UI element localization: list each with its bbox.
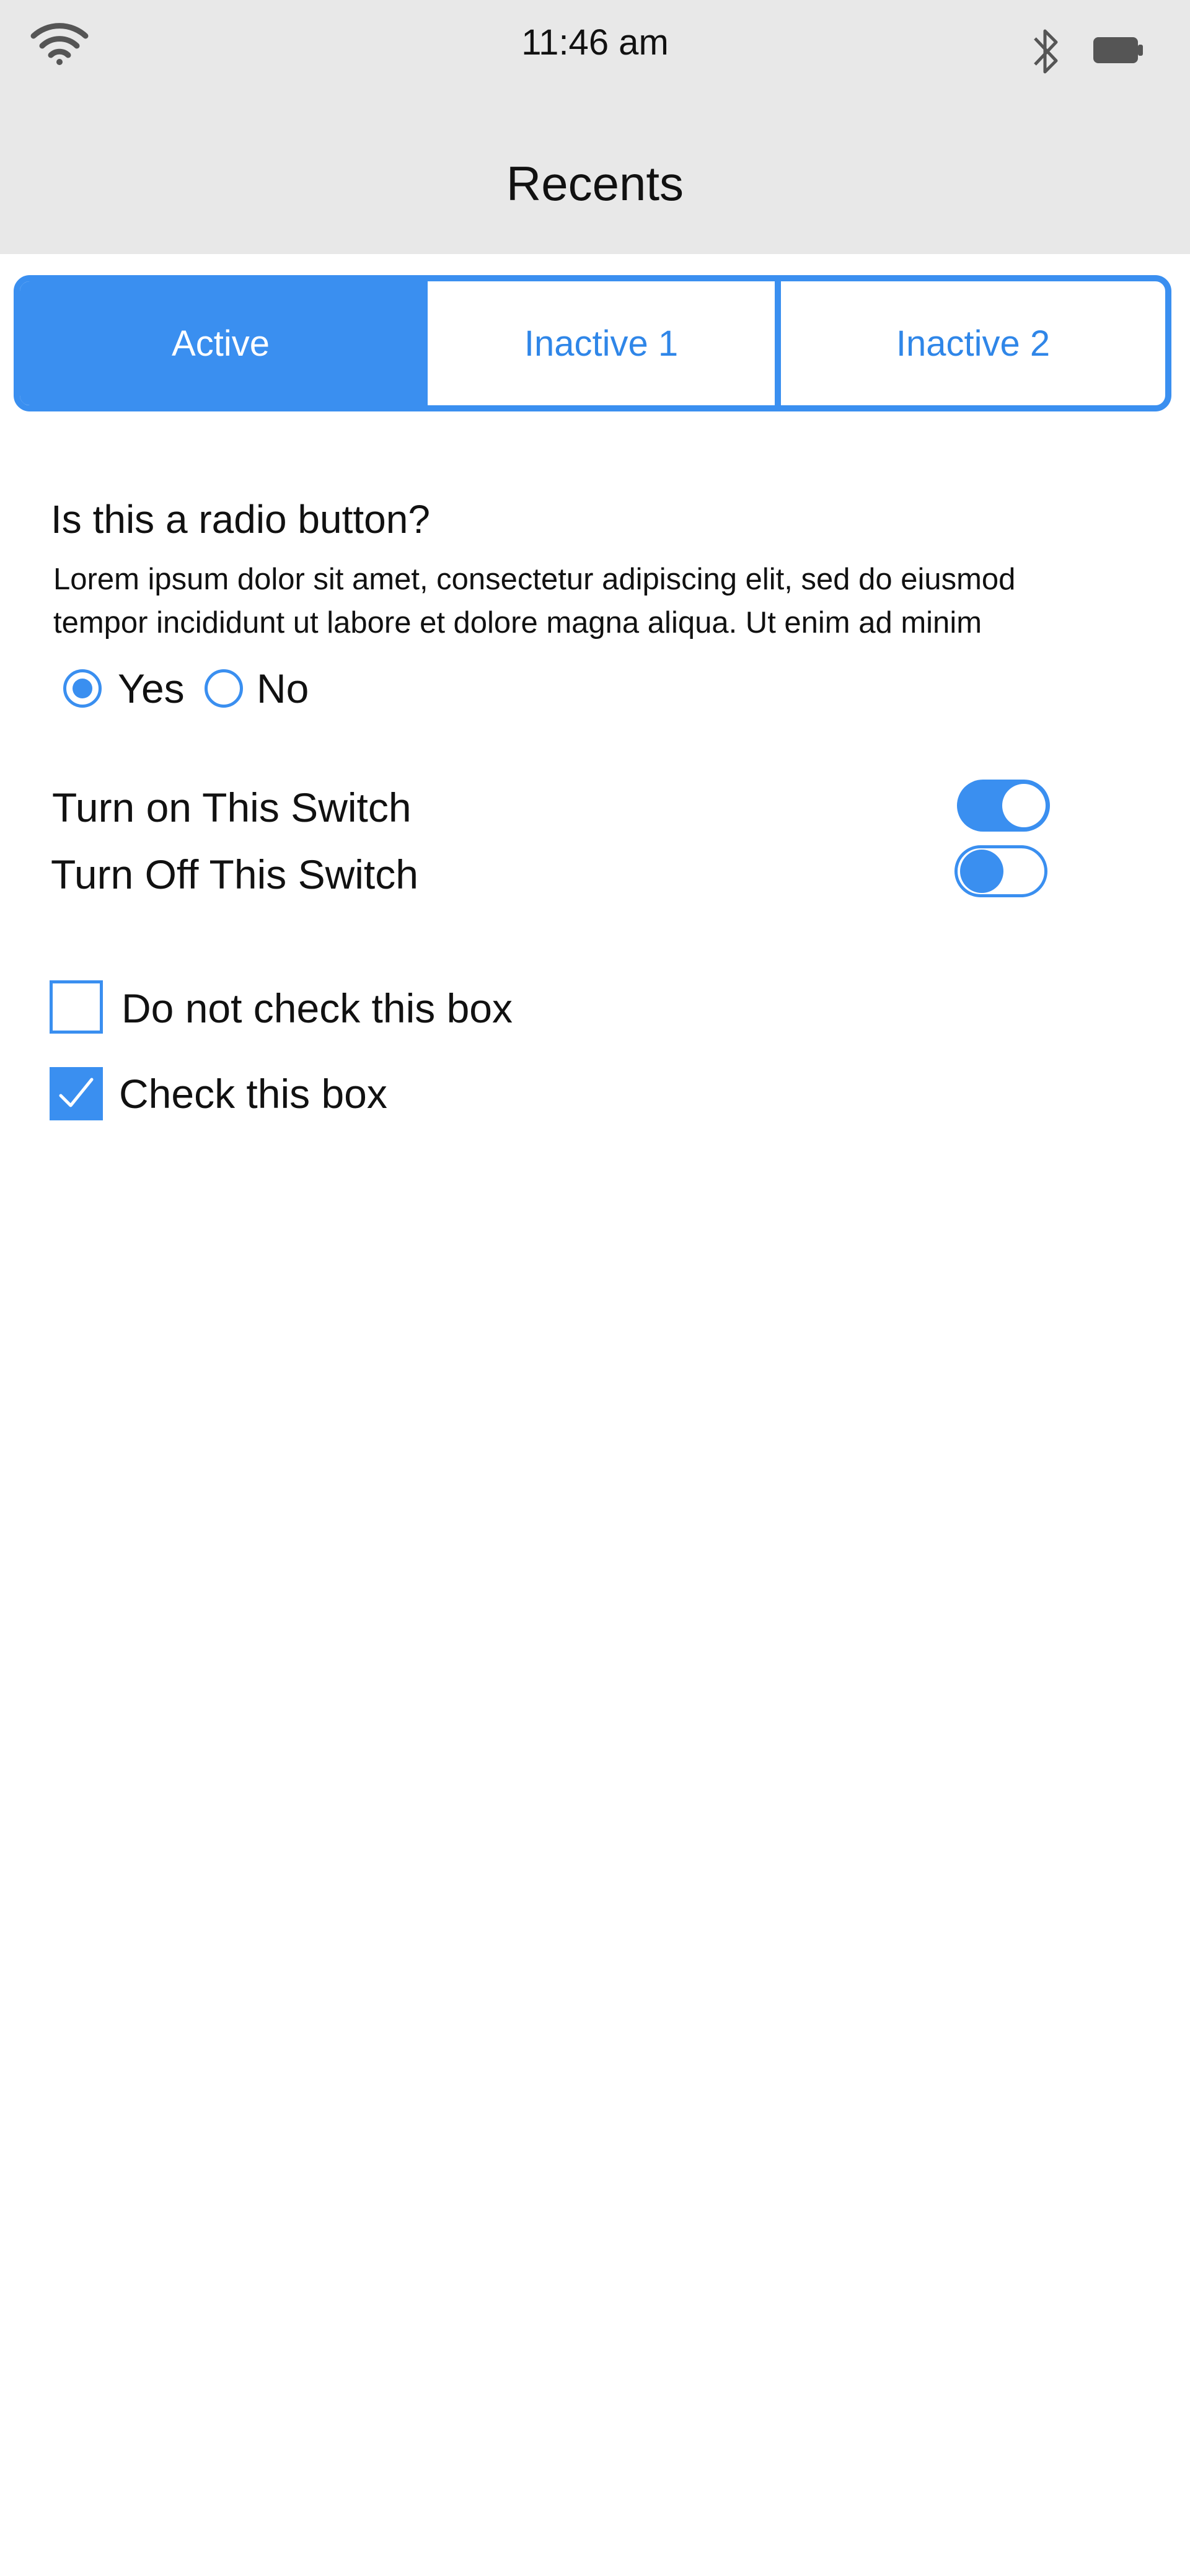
bluetooth-icon (1034, 29, 1058, 74)
app-header: 11:46 am Recents (0, 0, 1190, 254)
radio-yes-label[interactable]: Yes (118, 663, 185, 714)
segmented-control: Active Inactive 1 Inactive 2 (14, 275, 1171, 411)
radio-description: Lorem ipsum dolor sit amet, consectetur … (53, 563, 1016, 640)
checkmark-icon (59, 1078, 94, 1107)
radio-yes[interactable] (63, 669, 102, 708)
switch-on-label: Turn on This Switch (52, 785, 412, 830)
checkbox-do-not-check[interactable] (50, 980, 103, 1034)
tab-inactive-1[interactable]: Inactive 1 (421, 281, 781, 405)
radio-no-label[interactable]: No (257, 663, 309, 714)
switch-on-toggle[interactable] (957, 780, 1050, 832)
battery-icon (1093, 37, 1143, 63)
checkbox-do-not-check-label[interactable]: Do not check this box (121, 983, 513, 1034)
switch-off-toggle[interactable] (954, 845, 1047, 897)
switch-knob (1002, 784, 1046, 827)
checkbox-check-this-label[interactable]: Check this box (119, 1068, 387, 1119)
tab-active[interactable]: Active (20, 281, 421, 405)
tab-inactive-2[interactable]: Inactive 2 (781, 281, 1165, 405)
radio-no[interactable] (205, 669, 243, 708)
status-bar: 11:46 am (0, 0, 1190, 87)
radio-question: Is this a radio button? (51, 497, 430, 542)
switch-knob (960, 850, 1003, 893)
status-time: 11:46 am (521, 22, 669, 63)
page-title: Recents (506, 156, 684, 211)
checkbox-check-this[interactable] (50, 1067, 103, 1120)
switch-off-label: Turn Off This Switch (51, 851, 418, 897)
